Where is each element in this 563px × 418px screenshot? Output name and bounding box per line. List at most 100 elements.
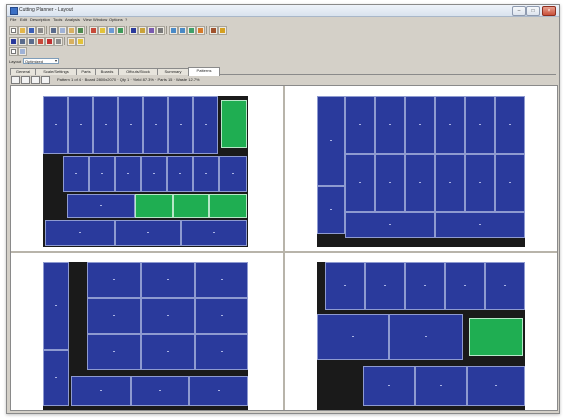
part-piece[interactable] xyxy=(345,154,375,212)
part-piece[interactable] xyxy=(71,376,131,406)
part-piece[interactable] xyxy=(495,96,525,154)
chevron-down-icon[interactable]: ▾ xyxy=(55,59,59,63)
maximize-button[interactable]: □ xyxy=(526,6,540,16)
part-piece[interactable] xyxy=(141,156,167,192)
part-piece[interactable] xyxy=(465,96,495,154)
offcut-icon[interactable] xyxy=(218,26,227,35)
horizontal-splitter[interactable] xyxy=(11,251,557,253)
part-piece[interactable] xyxy=(195,298,248,334)
part-piece[interactable] xyxy=(219,156,247,192)
tab-patterns[interactable]: Patterns xyxy=(188,67,220,76)
labels-icon[interactable] xyxy=(138,26,147,35)
tab-general[interactable]: General xyxy=(10,68,36,75)
menu-tools[interactable]: Tools xyxy=(53,17,62,22)
part-piece[interactable] xyxy=(193,156,219,192)
vertical-splitter[interactable] xyxy=(283,86,285,410)
menu-edit[interactable]: Edit xyxy=(20,17,27,22)
part-piece[interactable] xyxy=(195,334,248,370)
zoom-in-icon[interactable] xyxy=(169,26,178,35)
info-icon[interactable] xyxy=(196,26,205,35)
next-pattern-button[interactable] xyxy=(31,76,40,84)
part-piece[interactable] xyxy=(405,154,435,212)
cut-icon[interactable] xyxy=(49,26,58,35)
flag-icon[interactable] xyxy=(45,37,54,46)
save-icon[interactable] xyxy=(27,26,36,35)
title-bar[interactable]: Cutting Planner - Layout – □ × xyxy=(7,5,559,17)
part-piece[interactable] xyxy=(485,262,525,310)
part-piece[interactable] xyxy=(325,262,365,310)
part-piece[interactable] xyxy=(345,212,435,238)
grid-icon[interactable] xyxy=(54,37,63,46)
part-piece[interactable] xyxy=(168,96,193,154)
part-piece[interactable] xyxy=(435,212,525,238)
layout-canvas[interactable] xyxy=(10,85,558,411)
part-piece[interactable] xyxy=(181,220,247,246)
print-icon[interactable] xyxy=(36,26,45,35)
part-piece[interactable] xyxy=(87,334,141,370)
tab-parts[interactable]: Parts xyxy=(76,68,96,75)
part-piece[interactable] xyxy=(89,156,115,192)
part-piece[interactable] xyxy=(345,96,375,154)
selected-part-piece[interactable] xyxy=(135,194,173,218)
selected-part-piece[interactable] xyxy=(469,318,523,356)
layout-icon[interactable] xyxy=(129,26,138,35)
minimize-button[interactable]: – xyxy=(512,6,526,16)
warning-icon[interactable] xyxy=(76,37,85,46)
menu-view[interactable]: View xyxy=(83,17,92,22)
menu-analysis[interactable]: Analysis xyxy=(65,17,80,22)
tab-offcuts-stock[interactable]: Offcuts/Stock xyxy=(118,68,158,75)
part-piece[interactable] xyxy=(405,96,435,154)
view-single-icon[interactable] xyxy=(9,47,18,56)
part-piece[interactable] xyxy=(195,262,248,298)
new-file-icon[interactable] xyxy=(9,26,18,35)
part-piece[interactable] xyxy=(363,366,415,406)
part-piece[interactable] xyxy=(118,96,143,154)
part-piece[interactable] xyxy=(495,154,525,212)
view-grid-icon[interactable] xyxy=(18,47,27,56)
part-piece[interactable] xyxy=(67,194,135,218)
calculate-icon[interactable] xyxy=(89,26,98,35)
tab-boards[interactable]: Boards xyxy=(95,68,119,75)
part-piece[interactable] xyxy=(43,350,69,406)
undo-icon[interactable] xyxy=(76,26,85,35)
lock-icon[interactable] xyxy=(67,37,76,46)
refresh-icon[interactable] xyxy=(187,26,196,35)
previous-icon[interactable] xyxy=(18,37,27,46)
menu-help[interactable]: ? xyxy=(125,17,127,22)
part-piece[interactable] xyxy=(131,376,189,406)
part-piece[interactable] xyxy=(141,262,195,298)
menu-window[interactable]: Window xyxy=(93,17,107,22)
part-piece[interactable] xyxy=(445,262,485,310)
selected-part-piece[interactable] xyxy=(221,100,247,148)
part-piece[interactable] xyxy=(435,96,465,154)
close-button[interactable]: × xyxy=(542,6,556,16)
part-piece[interactable] xyxy=(375,96,405,154)
selected-part-piece[interactable] xyxy=(209,194,247,218)
part-piece[interactable] xyxy=(115,220,181,246)
menu-description[interactable]: Description xyxy=(30,17,50,22)
tab-scale-settings[interactable]: Scale/Settings xyxy=(35,68,77,75)
part-piece[interactable] xyxy=(189,376,248,406)
part-piece[interactable] xyxy=(405,262,445,310)
part-piece[interactable] xyxy=(93,96,118,154)
part-piece[interactable] xyxy=(167,156,193,192)
tab-summary[interactable]: Summary xyxy=(157,68,189,75)
part-piece[interactable] xyxy=(43,96,68,154)
part-piece[interactable] xyxy=(415,366,467,406)
selected-part-piece[interactable] xyxy=(173,194,209,218)
paste-icon[interactable] xyxy=(67,26,76,35)
part-piece[interactable] xyxy=(63,156,89,192)
part-piece[interactable] xyxy=(143,96,168,154)
part-piece[interactable] xyxy=(467,366,525,406)
part-piece[interactable] xyxy=(435,154,465,212)
last-pattern-button[interactable] xyxy=(41,76,50,84)
part-piece[interactable] xyxy=(465,154,495,212)
copy-icon[interactable] xyxy=(58,26,67,35)
part-piece[interactable] xyxy=(87,298,141,334)
previous-pattern-button[interactable] xyxy=(21,76,30,84)
settings-icon[interactable] xyxy=(156,26,165,35)
part-piece[interactable] xyxy=(43,262,69,350)
part-piece[interactable] xyxy=(375,154,405,212)
first-pattern-button[interactable] xyxy=(11,76,20,84)
part-piece[interactable] xyxy=(317,186,345,234)
